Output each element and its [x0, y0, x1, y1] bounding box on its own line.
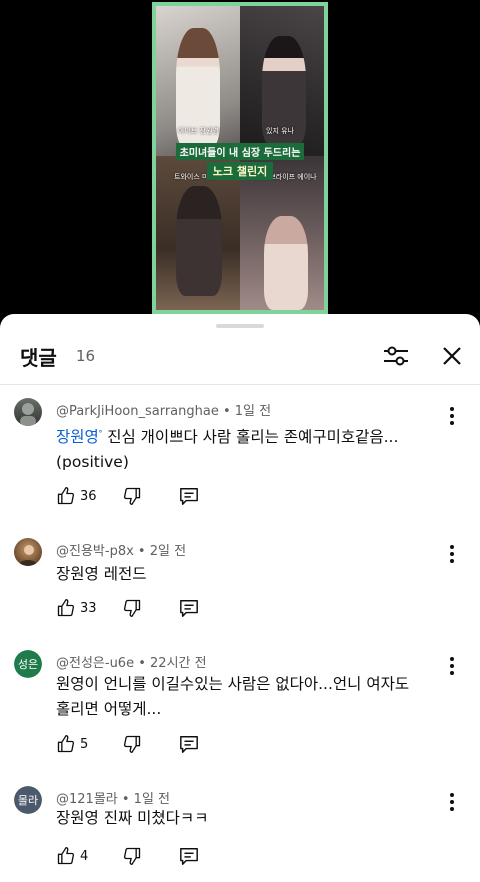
comment-time: 2일 전 — [149, 544, 187, 559]
avatar[interactable] — [14, 398, 42, 426]
like-count: 33 — [80, 600, 97, 616]
more-options-button[interactable] — [442, 790, 462, 814]
avatar[interactable]: 몰라 — [14, 786, 42, 814]
video-title-banner: 초미녀들이 내 심장 두드리는 노크 챌린지 — [166, 141, 314, 180]
banner-line-2: 노크 챌린지 — [206, 162, 274, 180]
avatar-image — [20, 403, 36, 426]
dislike-button[interactable] — [122, 596, 142, 620]
caption-top-right: 있지 유나 — [266, 127, 294, 135]
avatar[interactable] — [14, 538, 42, 566]
mention-link[interactable]: 장원영ᐤ — [56, 428, 102, 446]
thumbs-up-icon — [57, 599, 75, 617]
comment-actions: 33 — [56, 596, 256, 620]
like-button[interactable]: 33 — [56, 596, 97, 620]
comment-author[interactable]: @121몰라 — [56, 792, 118, 807]
comment-actions: 36 — [56, 484, 256, 508]
like-count: 5 — [80, 736, 89, 752]
like-button[interactable]: 36 — [56, 484, 97, 508]
comment-author[interactable]: @전성은-u6e — [56, 656, 134, 671]
more-options-button[interactable] — [442, 654, 462, 678]
more-vert-icon — [450, 545, 454, 563]
like-button[interactable]: 5 — [56, 732, 88, 756]
reply-comment-icon — [180, 488, 198, 505]
like-count: 36 — [80, 488, 97, 504]
comments-sheet: 댓글 16 @ParkJiHoon_sarranghae • 1일 전 장원영ᐤ… — [0, 314, 480, 882]
more-vert-icon — [450, 407, 454, 425]
more-options-button[interactable] — [442, 404, 462, 428]
comment-count: 16 — [76, 347, 96, 365]
comment-meta: @ParkJiHoon_sarranghae • 1일 전 — [56, 404, 272, 419]
comment-author[interactable]: @진용박-p8x — [56, 544, 134, 559]
comment-meta: @진용박-p8x • 2일 전 — [56, 544, 187, 559]
comment-meta: @121몰라 • 1일 전 — [56, 792, 170, 807]
comment-meta: @전성은-u6e • 22시간 전 — [56, 656, 207, 671]
reply-button[interactable] — [178, 484, 200, 508]
reply-button[interactable] — [178, 844, 200, 868]
filter-icon — [384, 346, 408, 366]
more-vert-icon — [450, 657, 454, 675]
thumbs-up-icon — [57, 735, 75, 753]
thumbs-down-icon — [123, 599, 141, 617]
reply-comment-icon — [180, 736, 198, 753]
thumbs-down-icon — [123, 487, 141, 505]
thumbs-up-icon — [57, 847, 75, 865]
drag-handle[interactable] — [216, 324, 264, 328]
dislike-button[interactable] — [122, 732, 142, 756]
like-count: 4 — [80, 848, 89, 864]
more-vert-icon — [450, 793, 454, 811]
dislike-button[interactable] — [122, 484, 142, 508]
caption-top-left: 아이브 장원영 — [178, 127, 219, 135]
thumbs-down-icon — [123, 847, 141, 865]
close-button[interactable] — [436, 340, 468, 372]
comment-author[interactable]: @ParkJiHoon_sarranghae — [56, 404, 219, 419]
dislike-button[interactable] — [122, 844, 142, 868]
comment-text: 원영이 언니를 이길수있는 사람은 없다아...언니 여자도 홀리면 어떻게..… — [56, 675, 410, 718]
thumbnail-panel-top-right: 있지 유나 — [240, 6, 324, 156]
comment-actions: 5 — [56, 732, 256, 756]
sheet-title: 댓글 — [20, 346, 57, 370]
comment-text: 장원영ᐤ 진심 개이쁘다 사람 홀리는 존예구미호같음...(positive) — [56, 422, 426, 475]
thumbnail-panel-top-left: 아이브 장원영 — [156, 6, 240, 156]
more-options-button[interactable] — [442, 542, 462, 566]
avatar-image — [18, 545, 38, 566]
header-divider — [0, 384, 480, 385]
video-thumbnail[interactable]: 아이브 장원영 있지 유나 트와이스 미호 키스오브라이프 에이나 초미녀들이 … — [152, 2, 328, 314]
comment-text: 장원영 진짜 미쳤다ㅋㅋ — [56, 809, 209, 827]
reply-button[interactable] — [178, 732, 200, 756]
comment-actions: 4 — [56, 844, 256, 868]
thumbs-up-icon — [57, 487, 75, 505]
reply-comment-icon — [180, 600, 198, 617]
comment-time: 1일 전 — [133, 792, 170, 807]
avatar-letters: 몰라 — [14, 786, 42, 814]
video-player[interactable]: 아이브 장원영 있지 유나 트와이스 미호 키스오브라이프 에이나 초미녀들이 … — [0, 0, 480, 320]
avatar-letters: 성은 — [14, 650, 42, 678]
thumbs-down-icon — [123, 735, 141, 753]
avatar[interactable]: 성은 — [14, 650, 42, 678]
like-button[interactable]: 4 — [56, 844, 88, 868]
banner-line-1: 초미녀들이 내 심장 두드리는 — [175, 143, 305, 160]
comment-body: 진심 개이쁘다 사람 홀리는 존예구미호같음...(positive) — [56, 428, 399, 472]
sort-filter-button[interactable] — [380, 340, 412, 372]
comment-time: 1일 전 — [234, 404, 272, 419]
comment-text: 장원영 레전드 — [56, 565, 147, 583]
reply-button[interactable] — [178, 596, 200, 620]
reply-comment-icon — [180, 848, 198, 865]
comment-time: 22시간 전 — [150, 656, 207, 671]
close-icon — [443, 347, 461, 365]
